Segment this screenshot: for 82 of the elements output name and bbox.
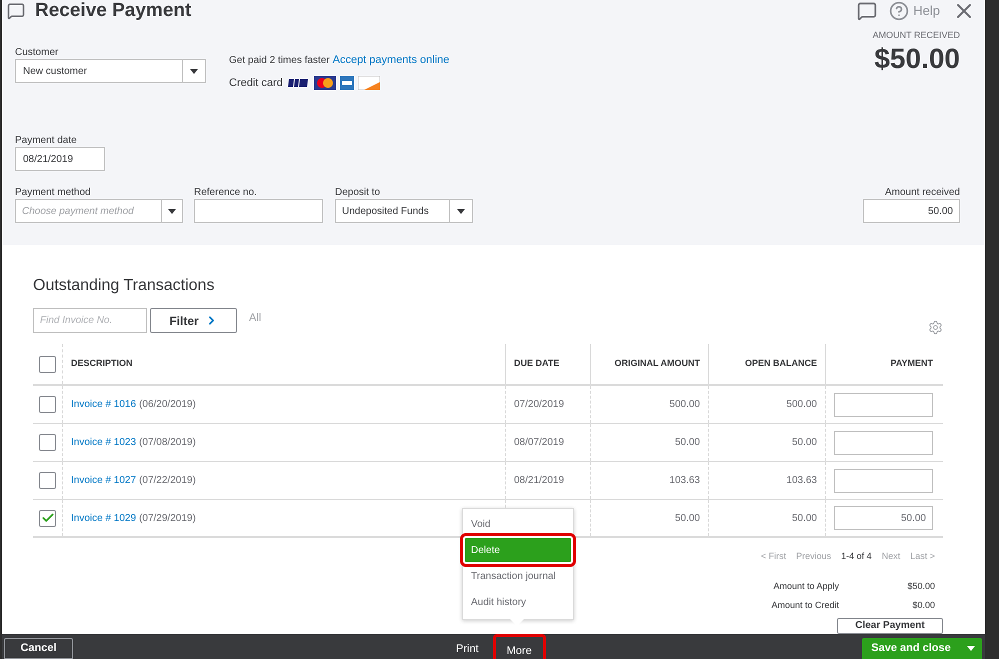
column-header: PAYMENT xyxy=(890,357,933,370)
invoice-date: (07/22/2019) xyxy=(139,474,196,488)
reference-field[interactable] xyxy=(194,199,323,223)
field-label: Amount received xyxy=(884,187,960,198)
field-label: Payment date xyxy=(15,135,78,146)
card-logo-icon xyxy=(314,76,336,90)
help-icon xyxy=(889,1,910,21)
window-title: Receive Payment xyxy=(35,0,192,22)
payment-field[interactable]: 50.00 xyxy=(834,506,933,530)
open-balance: 103.63 xyxy=(786,474,817,488)
settings-icon[interactable] xyxy=(928,320,943,335)
field-label: Customer xyxy=(15,47,60,58)
payment-field[interactable] xyxy=(834,392,933,416)
due-date: 07/20/2019 xyxy=(514,398,564,412)
invoice-date: (07/29/2019) xyxy=(139,512,196,526)
total-label: Amount to Credit xyxy=(771,599,839,612)
payment-field[interactable] xyxy=(834,468,933,492)
original-amount: 50.00 xyxy=(674,436,700,450)
checkbox[interactable] xyxy=(39,356,56,372)
amount-received-total: $50.00 xyxy=(874,42,960,74)
checkbox[interactable] xyxy=(39,434,56,451)
menu-item[interactable]: Audit history xyxy=(465,590,571,614)
invoice-link[interactable]: Invoice # 1027 xyxy=(71,473,136,488)
menu-item[interactable]: Transaction journal xyxy=(465,564,571,588)
cancel-button[interactable]: Cancel xyxy=(4,638,73,659)
filter-value: All xyxy=(249,311,262,326)
chat-icon[interactable] xyxy=(857,1,878,21)
column-header: DUE DATE xyxy=(514,357,560,370)
menu-item[interactable]: Delete xyxy=(465,538,571,562)
filter-button[interactable]: Filter xyxy=(150,308,237,333)
field-label: Deposit to xyxy=(335,187,382,198)
save-and-close-button[interactable]: Save and close xyxy=(862,638,982,659)
amount-received-label: AMOUNT RECEIVED xyxy=(872,29,960,42)
total-value: $50.00 xyxy=(906,580,935,592)
payment-field[interactable] xyxy=(834,430,933,454)
accept-payments-link[interactable]: Accept payments online xyxy=(332,52,450,68)
page-range: 1-4 of 4 xyxy=(841,550,872,563)
caret-icon xyxy=(168,208,176,214)
invoice-link[interactable]: Invoice # 1029 xyxy=(71,510,136,526)
caret-icon xyxy=(967,646,975,651)
column-header: OPEN BALANCE xyxy=(744,357,817,370)
deposit-to-dropdown[interactable]: Undeposited Funds xyxy=(335,199,473,223)
invoice-link[interactable]: Invoice # 1023 xyxy=(71,435,136,450)
field-label: Reference no. xyxy=(194,187,258,198)
caret-icon xyxy=(457,208,465,214)
credit-card-label: Credit card xyxy=(229,76,283,90)
due-date: 08/07/2019 xyxy=(514,436,564,450)
checkbox[interactable] xyxy=(39,472,56,489)
open-balance: 50.00 xyxy=(792,436,817,450)
payment-date-field[interactable]: 08/21/2019 xyxy=(15,147,105,171)
total-label: Amount to Apply xyxy=(773,580,839,593)
card-logo-icon xyxy=(340,76,354,90)
invoice-date: (06/20/2019) xyxy=(139,398,196,412)
caret-icon xyxy=(190,68,198,74)
column-header: DESCRIPTION xyxy=(71,357,133,370)
amount-received-field[interactable]: 50.00 xyxy=(863,199,960,223)
original-amount: 50.00 xyxy=(674,512,700,526)
last-page-link[interactable]: Last > xyxy=(910,550,935,564)
due-date: 08/21/2019 xyxy=(514,474,564,488)
menu-item[interactable]: Void xyxy=(465,512,571,536)
help-button[interactable]: Help xyxy=(889,1,940,21)
card-logo-icon xyxy=(358,76,380,90)
card-logo-icon xyxy=(286,78,310,88)
total-value: $0.00 xyxy=(911,599,935,612)
invoice-date: (07/08/2019) xyxy=(139,436,196,450)
checkbox[interactable] xyxy=(39,396,56,413)
invoice-link[interactable]: Invoice # 1016 xyxy=(71,397,136,412)
original-amount: 500.00 xyxy=(669,398,700,412)
checkbox[interactable] xyxy=(39,510,56,526)
column-header: ORIGINAL AMOUNT xyxy=(614,357,700,370)
clear-payment-button[interactable]: Clear Payment xyxy=(837,618,943,634)
original-amount: 103.63 xyxy=(669,474,700,488)
promo-text: Get paid 2 times faster xyxy=(229,54,330,68)
print-button[interactable]: Print xyxy=(456,640,479,657)
open-balance: 500.00 xyxy=(786,398,817,412)
customer-dropdown[interactable]: New customer xyxy=(15,59,206,83)
field-label: Payment method xyxy=(15,187,92,198)
open-balance: 50.00 xyxy=(792,512,817,526)
section-title: Outstanding Transactions xyxy=(33,276,216,296)
more-button[interactable]: More xyxy=(492,634,546,659)
find-invoice-field[interactable]: Find Invoice No. xyxy=(33,308,147,333)
first-page-link[interactable]: < First xyxy=(760,550,786,564)
